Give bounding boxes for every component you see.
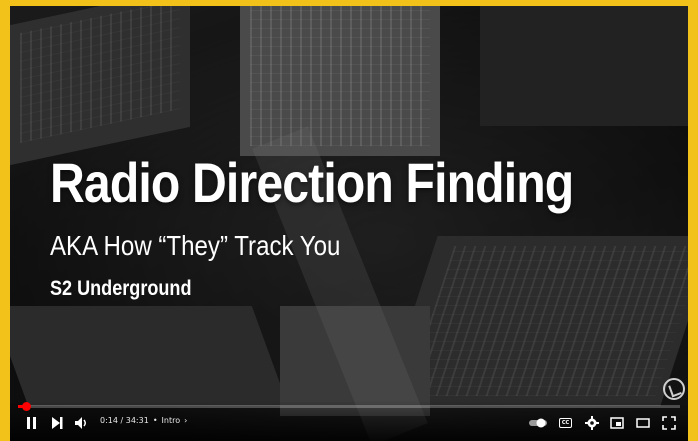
pause-button[interactable] <box>25 415 39 431</box>
theater-mode-icon <box>636 418 650 428</box>
progress-bar[interactable] <box>18 402 680 411</box>
video-player[interactable]: Radio Direction Finding AKA How “They” T… <box>10 6 688 441</box>
time-display: 0:14 / 34:31 <box>100 416 149 425</box>
channel-watermark-icon[interactable] <box>663 378 685 400</box>
next-button[interactable] <box>50 415 64 431</box>
progress-scrubber[interactable] <box>21 402 31 411</box>
chapter-title[interactable]: Intro <box>162 416 181 425</box>
miniplayer-icon <box>610 417 624 429</box>
autoplay-toggle[interactable] <box>529 415 547 431</box>
chapter-separator: • <box>152 416 158 425</box>
fullscreen-icon <box>662 416 676 430</box>
gear-icon <box>585 416 599 430</box>
channel-name: S2 Underground <box>50 277 192 300</box>
video-subtitle: AKA How “They” Track You <box>50 230 341 261</box>
autoplay-toggle-icon <box>529 418 547 428</box>
pause-icon <box>27 417 36 429</box>
theater-mode-button[interactable] <box>636 415 650 431</box>
next-icon <box>52 417 63 429</box>
video-title: Radio Direction Finding <box>50 151 574 214</box>
captions-button[interactable]: CC <box>559 415 572 431</box>
video-frame: Radio Direction Finding AKA How “They” T… <box>0 0 698 441</box>
chevron-right-icon[interactable]: › <box>184 416 187 425</box>
mute-button[interactable] <box>74 415 89 431</box>
captions-icon: CC <box>559 418 572 428</box>
settings-button[interactable] <box>585 415 599 431</box>
volume-icon <box>75 417 86 429</box>
title-card: Radio Direction Finding AKA How “They” T… <box>10 6 688 441</box>
fullscreen-button[interactable] <box>662 415 676 431</box>
time-and-chapter: 0:14 / 34:31 • Intro › <box>100 416 187 425</box>
miniplayer-button[interactable] <box>610 415 624 431</box>
player-controls: 0:14 / 34:31 • Intro › CC <box>10 401 688 441</box>
